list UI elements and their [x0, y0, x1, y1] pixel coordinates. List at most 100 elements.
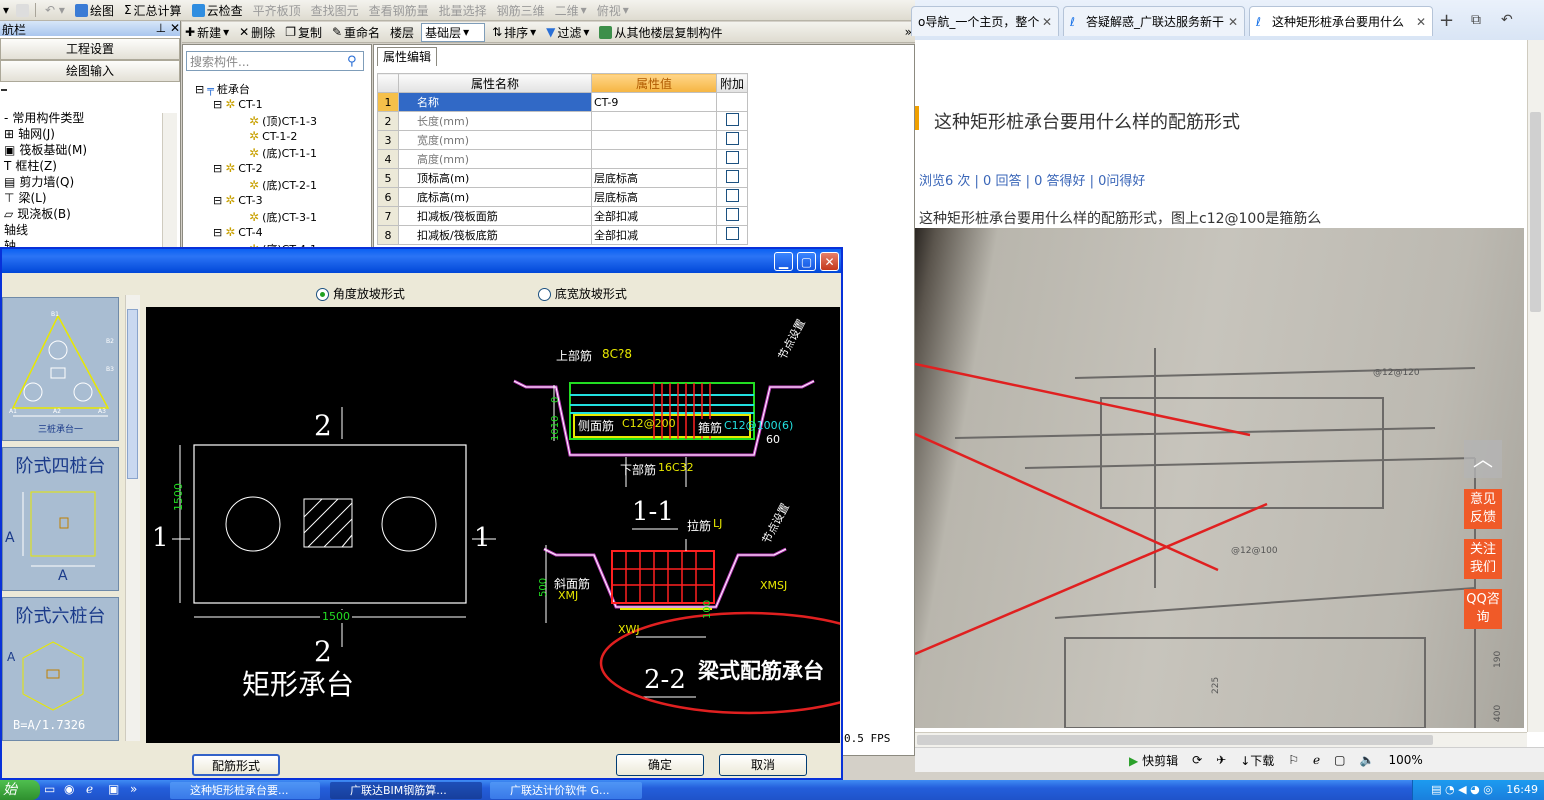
tree-node-root[interactable]: ⊟ ╤ 桩承台 [195, 81, 250, 97]
zoom-level[interactable]: 100% [1388, 753, 1422, 767]
close-tab-icon[interactable]: ✕ [1228, 7, 1238, 36]
close-tab-icon[interactable]: ✕ [1042, 7, 1052, 36]
copy-button[interactable]: ❐ 复制 [282, 24, 325, 41]
tree-node-ct1-3[interactable]: ✲ (顶)CT-1-3 [249, 113, 317, 129]
search-icon[interactable]: ⚲ [347, 54, 357, 69]
top-view-select[interactable]: 俯视 ▾ [594, 2, 632, 19]
taskbar-item-pricing-app[interactable]: 广联达计价软件 G... [490, 782, 642, 799]
taskbar-item-browser[interactable]: 这种矩形桩承台要... [170, 782, 320, 799]
radio-bottom-width-slope[interactable]: 底宽放坡形式 [538, 285, 627, 302]
tree-node-ct1[interactable]: ⊟ ✲ CT-1 [213, 97, 263, 111]
ok-button[interactable]: 确定 [616, 754, 704, 776]
extra-checkbox[interactable] [725, 227, 739, 240]
undo-close-icon[interactable]: ↶ [1501, 12, 1513, 28]
cloud-check-button[interactable]: 云检查 [189, 2, 246, 19]
prop-value-input[interactable] [591, 149, 717, 169]
tab-property-edit[interactable]: 属性编辑 [377, 47, 437, 66]
browser-vertical-scrollbar[interactable] [1527, 40, 1544, 732]
browser-tab[interactable]: o导航_一个主页，整个 ✕ [911, 6, 1059, 36]
new-tab-icon[interactable]: + [1439, 10, 1454, 31]
attached-photo[interactable]: @12@120 @12@100 225 400 190 [915, 228, 1524, 728]
quicklaunch-app-icon[interactable]: ▣ [108, 782, 119, 796]
tray-icons[interactable]: ▤ ◔ ◀ ◕ ◎ [1431, 783, 1493, 796]
window-icon[interactable]: ▢ [1334, 753, 1345, 767]
prop-value-input[interactable]: 全部扣减 [591, 206, 717, 226]
browser-horizontal-scrollbar[interactable] [915, 732, 1527, 747]
collapse-bar-icon[interactable] [1, 89, 7, 91]
extra-checkbox[interactable] [725, 151, 739, 164]
tree-node-ct4[interactable]: ⊟ ✲ CT-4 [213, 225, 263, 239]
nav-item-column[interactable]: T 框柱(Z) [0, 158, 178, 174]
batch-select-button[interactable]: 批量选择 [436, 2, 490, 19]
start-button[interactable]: 始 [0, 780, 40, 800]
floor-select[interactable]: 基础层 ▾ [421, 22, 486, 42]
quicklaunch-media-icon[interactable]: ◉ [64, 782, 74, 796]
scrollbar-thumb[interactable] [917, 735, 1433, 745]
radio-angle-slope[interactable]: 角度放坡形式 [316, 285, 405, 302]
sort-button[interactable]: ⇅ 排序 ▾ [489, 24, 539, 41]
draw-button[interactable]: 绘图 [72, 2, 117, 19]
quicklaunch-desktop-icon[interactable]: ▭ [44, 782, 55, 796]
component-search-input[interactable]: 搜索构件... [186, 51, 364, 71]
summary-calc-button[interactable]: Σ 汇总计算 [121, 2, 185, 19]
qq-consult-button[interactable]: QQ咨询 [1464, 589, 1502, 629]
nav-item-axis-grid[interactable]: ⊞ 轴网(J) [0, 126, 178, 142]
taskbar-item-rebar-app[interactable]: 广联达BIM钢筋算... [330, 782, 482, 799]
feedback-button[interactable]: 意见反馈 [1464, 489, 1502, 529]
tree-node-ct2[interactable]: ⊟ ✲ CT-2 [213, 161, 263, 175]
project-settings-button[interactable]: 工程设置 [0, 38, 180, 60]
maximize-button[interactable]: ▢ [797, 252, 816, 271]
nav-item-beam[interactable]: ⊤ 梁(L) [0, 190, 178, 206]
tree-node-ct1-1[interactable]: ✲ (底)CT-1-1 [249, 145, 317, 161]
table-row[interactable]: 6 底标高(m) 层底标高 [377, 187, 748, 207]
tab-list-icon[interactable]: ⧉ [1471, 12, 1481, 28]
extra-checkbox[interactable] [725, 208, 739, 221]
prop-value-input[interactable]: 全部扣减 [591, 225, 717, 245]
browser-tab-active[interactable]: ℓ 这种矩形桩承台要用什么 ✕ [1249, 6, 1433, 36]
gallery-card-6pile[interactable]: 阶式六桩台 A B=A/1.7326 [2, 597, 119, 741]
tree-node-ct3[interactable]: ⊟ ✲ CT-3 [213, 193, 263, 207]
extra-checkbox[interactable] [725, 113, 739, 126]
close-tab-icon[interactable]: ✕ [1416, 7, 1426, 36]
cancel-button[interactable]: 取消 [719, 754, 807, 776]
pin-close-icon[interactable]: ⊥ ✕ [156, 21, 180, 36]
rebar-style-button[interactable]: 配筋形式 [192, 754, 280, 776]
scrollbar-thumb[interactable] [1530, 112, 1541, 312]
refresh-icon[interactable]: ⟳ [1192, 753, 1202, 767]
new-button[interactable]: ✚ 新建 ▾ [182, 24, 232, 41]
prop-value-input[interactable] [591, 130, 717, 150]
download-button[interactable]: ↓下载 [1240, 752, 1274, 769]
pin-icon[interactable]: ✈ [1216, 753, 1226, 767]
table-row[interactable]: 8 扣减板/筏板底筋 全部扣减 [377, 225, 748, 245]
extra-checkbox[interactable] [725, 189, 739, 202]
table-row[interactable]: 2 长度(mm) [377, 111, 748, 131]
flag-icon[interactable]: ⚐ [1288, 753, 1299, 767]
volume-icon[interactable]: 🔈 [1360, 753, 1375, 767]
save-icon[interactable] [16, 3, 30, 17]
close-button[interactable]: ✕ [820, 252, 839, 271]
tree-node-ct1-2[interactable]: ✲ CT-1-2 [249, 129, 297, 143]
rebar-3d-button[interactable]: 钢筋三维 [494, 2, 548, 19]
quicklaunch-more-icon[interactable]: » [130, 782, 137, 796]
nav-item-slab[interactable]: ▱ 现浇板(B) [0, 206, 178, 222]
view-2d-select[interactable]: 二维 ▾ [552, 2, 590, 19]
view-rebar-button[interactable]: 查看钢筋量 [366, 2, 432, 19]
nav-item-axis-line[interactable]: 轴线 [0, 222, 178, 238]
back-to-top-icon[interactable]: ︿ [1464, 440, 1502, 478]
nav-item-raft[interactable]: ▣ 筏板基础(M) [0, 142, 178, 158]
nav-scrollbar[interactable] [162, 113, 177, 249]
table-row[interactable]: 7 扣减板/筏板面筋 全部扣减 [377, 206, 748, 226]
table-row[interactable]: 3 宽度(mm) [377, 130, 748, 150]
gallery-scrollbar[interactable] [125, 295, 140, 741]
prop-value-input[interactable] [591, 111, 717, 131]
prop-value-input[interactable]: 层底标高 [591, 168, 717, 188]
rename-button[interactable]: ✎ 重命名 [329, 24, 383, 41]
gallery-card-3pile[interactable]: B1 B2 B3 A1 A2 A3 三桩承台一 [2, 297, 119, 441]
table-row[interactable]: 1 名称 CT-9 [377, 92, 748, 112]
tree-node-ct2-1[interactable]: ✲ (底)CT-2-1 [249, 177, 317, 193]
extra-checkbox[interactable] [725, 170, 739, 183]
prop-value-input[interactable]: 层底标高 [591, 187, 717, 207]
table-row[interactable]: 5 顶标高(m) 层底标高 [377, 168, 748, 188]
align-top-button[interactable]: 平齐板顶 [250, 2, 304, 19]
tree-node-ct3-1[interactable]: ✲ (底)CT-3-1 [249, 209, 317, 225]
